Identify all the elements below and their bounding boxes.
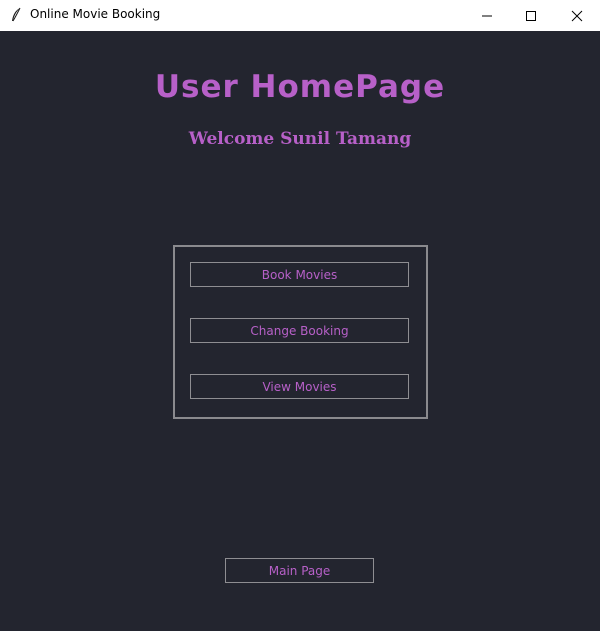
feather-icon xyxy=(9,7,23,24)
page-title: User HomePage xyxy=(154,69,446,105)
close-button[interactable] xyxy=(554,0,600,31)
maximize-icon xyxy=(526,10,536,21)
app-window: Online Movie Booking User HomePage Welco… xyxy=(0,0,600,631)
minimize-button[interactable] xyxy=(464,0,510,31)
maximize-button[interactable] xyxy=(508,0,554,31)
view-movies-button[interactable]: View Movies xyxy=(190,374,409,399)
welcome-message: Welcome Sunil Tamang xyxy=(188,129,412,149)
title-bar[interactable]: Online Movie Booking xyxy=(0,0,600,31)
main-content: User HomePage Welcome Sunil Tamang Book … xyxy=(0,31,600,631)
book-movies-button[interactable]: Book Movies xyxy=(190,262,409,287)
main-page-button[interactable]: Main Page xyxy=(225,558,374,583)
window-title: Online Movie Booking xyxy=(30,7,161,21)
change-booking-button[interactable]: Change Booking xyxy=(190,318,409,343)
close-icon xyxy=(571,10,583,21)
minimize-icon xyxy=(482,15,492,16)
